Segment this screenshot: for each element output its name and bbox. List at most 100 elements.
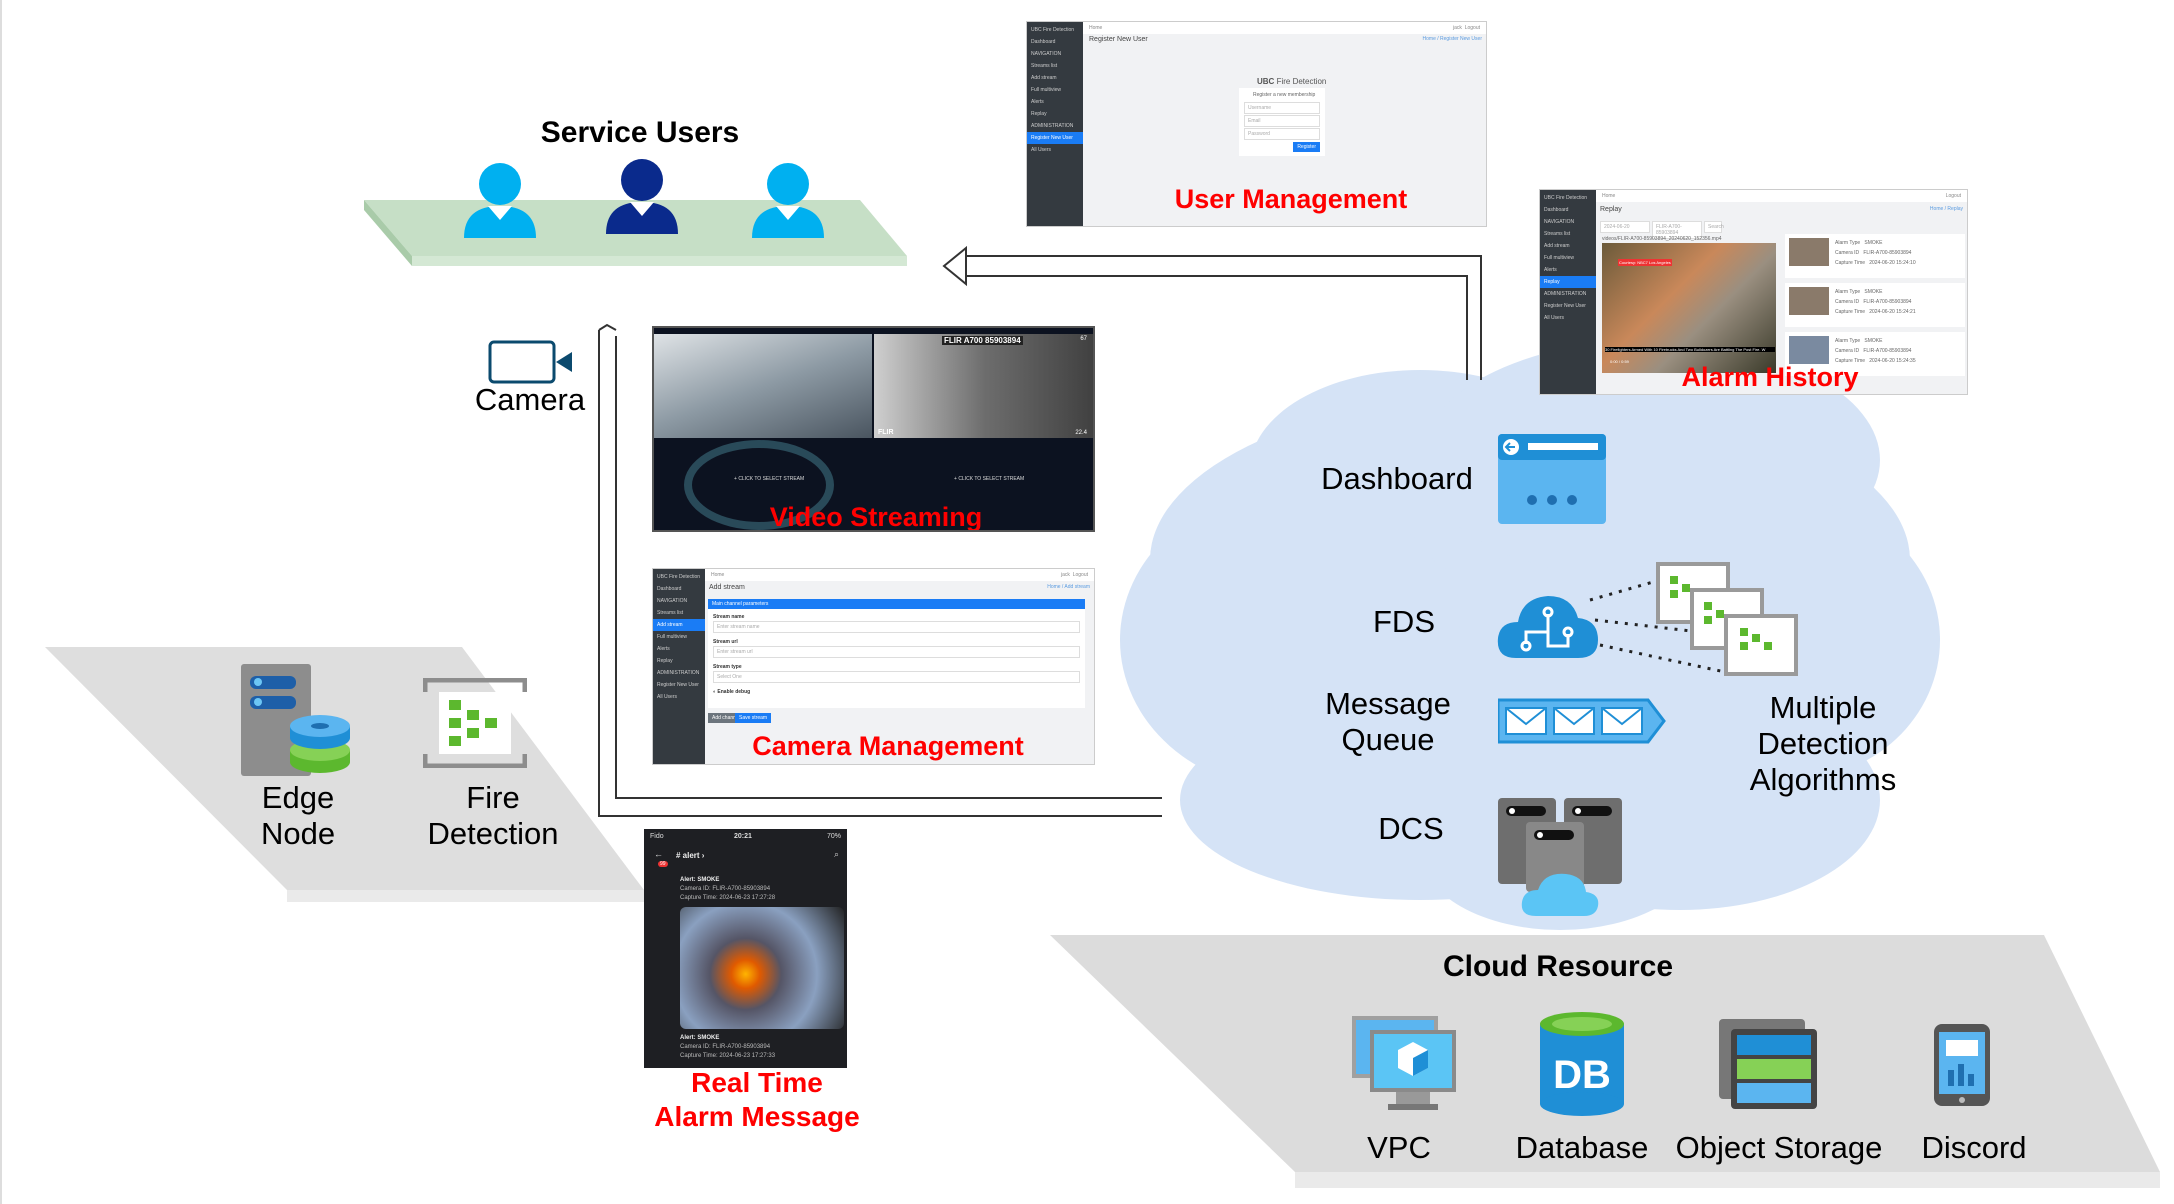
nav-home[interactable]: Home xyxy=(1602,193,1615,199)
database-icon: DB xyxy=(1540,1012,1624,1116)
page-title: Replay xyxy=(1600,206,1622,213)
channel-name: # alert › xyxy=(676,851,705,860)
service-users-title: Service Users xyxy=(540,116,740,149)
object-storage-label: Object Storage xyxy=(1675,1130,1883,1165)
logout-link[interactable]: Logout xyxy=(1465,25,1480,31)
sidebar-item[interactable]: Add stream xyxy=(1027,72,1083,84)
sidebar-item[interactable]: Register New User xyxy=(1027,132,1083,144)
date-input[interactable]: 2024-06-20 xyxy=(1600,221,1650,233)
sidebar-item[interactable]: All Users xyxy=(1027,144,1083,156)
video-streaming-caption: Video Streaming xyxy=(769,502,983,532)
database-label: Database xyxy=(1515,1130,1649,1165)
edge-node-icon xyxy=(241,664,350,776)
app-name: UBC Fire Detection xyxy=(657,574,701,580)
sidebar-item[interactable]: All Users xyxy=(1540,312,1596,324)
logout-link[interactable]: Logout xyxy=(1946,193,1961,199)
camera-management-screenshot: UBC Fire Detection Dashboard NAVIGATION … xyxy=(652,568,1095,765)
sidebar-item[interactable]: Replay xyxy=(1540,276,1596,288)
alarm-image[interactable] xyxy=(680,907,844,1029)
logout-link[interactable]: Logout xyxy=(1073,572,1088,578)
sidebar-item[interactable]: Alerts xyxy=(1027,96,1083,108)
vpc-icon xyxy=(1352,1016,1456,1110)
video-streaming-screenshot: FLIR A700 85903894 67 FLIR 22.4 + CLICK … xyxy=(652,326,1095,532)
sidebar-item[interactable]: Streams list xyxy=(1027,60,1083,72)
sidebar-item[interactable]: Alerts xyxy=(653,643,705,655)
sidebar-item[interactable]: Dashboard xyxy=(1540,204,1596,216)
password-input[interactable]: Password xyxy=(1244,128,1320,140)
sidebar-item[interactable]: Register New User xyxy=(653,679,705,691)
stream-form: Main channel parameters Stream name Ente… xyxy=(708,599,1085,708)
search-button[interactable]: Search xyxy=(1704,221,1724,233)
sidebar-item[interactable]: Register New User xyxy=(1540,300,1596,312)
stream-url-input[interactable]: Enter stream url xyxy=(713,646,1080,658)
sidebar-item[interactable]: Replay xyxy=(653,655,705,667)
detection-algorithms-icon xyxy=(1656,562,1798,676)
unread-badge: 99 xyxy=(658,861,668,867)
alarm-message-screenshot: Fido 20:21 70% ← 99 # alert › ⌕ Alert: S… xyxy=(644,829,847,1068)
enable-debug-toggle[interactable]: ◐ Enable debug xyxy=(713,689,750,695)
back-arrow-icon[interactable]: ← xyxy=(654,849,663,859)
dcs-label: DCS xyxy=(1378,811,1444,846)
sidebar-item[interactable]: Add stream xyxy=(1540,240,1596,252)
fire-detection-label: Fire Detection xyxy=(427,780,559,851)
sidebar-item[interactable]: Add stream xyxy=(653,619,705,631)
select-stream-slot[interactable]: + CLICK TO SELECT STREAM xyxy=(954,476,1024,482)
stream-type-select[interactable]: Select One xyxy=(713,671,1080,683)
user-icon xyxy=(464,163,536,238)
sidebar-item[interactable]: Full multiview xyxy=(1027,84,1083,96)
sidebar: UBC Fire Detection Dashboard NAVIGATION … xyxy=(653,569,705,764)
register-button[interactable]: Register xyxy=(1293,142,1320,152)
page-title: Add stream xyxy=(709,584,745,591)
user-management-caption: User Management xyxy=(1174,184,1408,214)
stream-name-input[interactable]: Enter stream name xyxy=(713,621,1080,633)
edge-node-label: Edge Node xyxy=(260,780,336,851)
sidebar-section: ADMINISTRATION xyxy=(1544,291,1587,297)
alarm-message-caption: Real Time Alarm Message xyxy=(654,1067,860,1132)
sidebar-item[interactable]: Full multiview xyxy=(653,631,705,643)
sidebar-item[interactable]: Streams list xyxy=(653,607,705,619)
username-input[interactable]: Username xyxy=(1244,102,1320,114)
top-bar: Home jack Logout xyxy=(705,569,1094,581)
alarm-record[interactable]: Alarm Type SMOKE Camera ID FLIR-A700-859… xyxy=(1785,234,1965,278)
search-icon[interactable]: ⌕ xyxy=(834,849,839,860)
nav-home[interactable]: Home xyxy=(711,572,724,578)
breadcrumb: Home / Register New User xyxy=(1422,36,1482,42)
alarm-history-caption: Alarm History xyxy=(1681,362,1859,392)
cloud-resource-title: Cloud Resource xyxy=(1442,950,1674,983)
fire-detection-icon xyxy=(423,678,527,768)
sidebar-item[interactable]: Alerts xyxy=(1540,264,1596,276)
save-stream-button[interactable]: Save stream xyxy=(735,713,772,723)
select-stream-slot[interactable]: + CLICK TO SELECT STREAM xyxy=(734,476,804,482)
sidebar-section: NAVIGATION xyxy=(1031,51,1062,57)
camera-feed-rgb[interactable] xyxy=(654,334,872,438)
sidebar-item[interactable]: Full multiview xyxy=(1540,252,1596,264)
sidebar-item[interactable]: Streams list xyxy=(1540,228,1596,240)
db-icon-text: DB xyxy=(1553,1053,1611,1097)
breadcrumb: Home / Replay xyxy=(1929,206,1963,212)
camera-feed-thermal[interactable]: FLIR A700 85903894 67 FLIR 22.4 xyxy=(874,334,1093,438)
sidebar-item[interactable]: Dashboard xyxy=(653,583,705,595)
app-name: UBC Fire Detection xyxy=(1031,27,1075,33)
message-queue-icon xyxy=(1498,698,1666,744)
user-management-screenshot: UBC Fire Detection Dashboard NAVIGATION … xyxy=(1026,21,1487,227)
register-form: Register a new membership Username Email… xyxy=(1239,88,1325,156)
distributed-compute-icon xyxy=(1498,798,1622,916)
video-camera-icon xyxy=(488,340,572,384)
sidebar-section: ADMINISTRATION xyxy=(657,670,700,676)
video-filename: videos/FLIR-A700-85903894_20240620_15235… xyxy=(1602,236,1722,242)
alarm-record[interactable]: Alarm Type SMOKE Camera ID FLIR-A700-859… xyxy=(1785,283,1965,327)
page-title: Register New User xyxy=(1089,36,1148,43)
sidebar-item[interactable]: All Users xyxy=(653,691,705,703)
replay-video[interactable]: Courtesy: NBC7 Los Angeles 30 Firefighte… xyxy=(1602,243,1776,373)
mobile-phone-icon xyxy=(1934,1024,1990,1106)
sidebar-item[interactable]: Replay xyxy=(1027,108,1083,120)
dashboard-label: Dashboard xyxy=(1321,461,1473,496)
service-users-icons xyxy=(464,159,824,238)
nav-home[interactable]: Home xyxy=(1089,25,1102,31)
email-input[interactable]: Email xyxy=(1244,115,1320,127)
message-queue-label: Message Queue xyxy=(1325,686,1451,757)
object-storage-icon xyxy=(1719,1019,1817,1109)
camera-label: Camera xyxy=(474,382,586,417)
sidebar-item[interactable]: Dashboard xyxy=(1027,36,1083,48)
user-icon xyxy=(606,159,678,234)
